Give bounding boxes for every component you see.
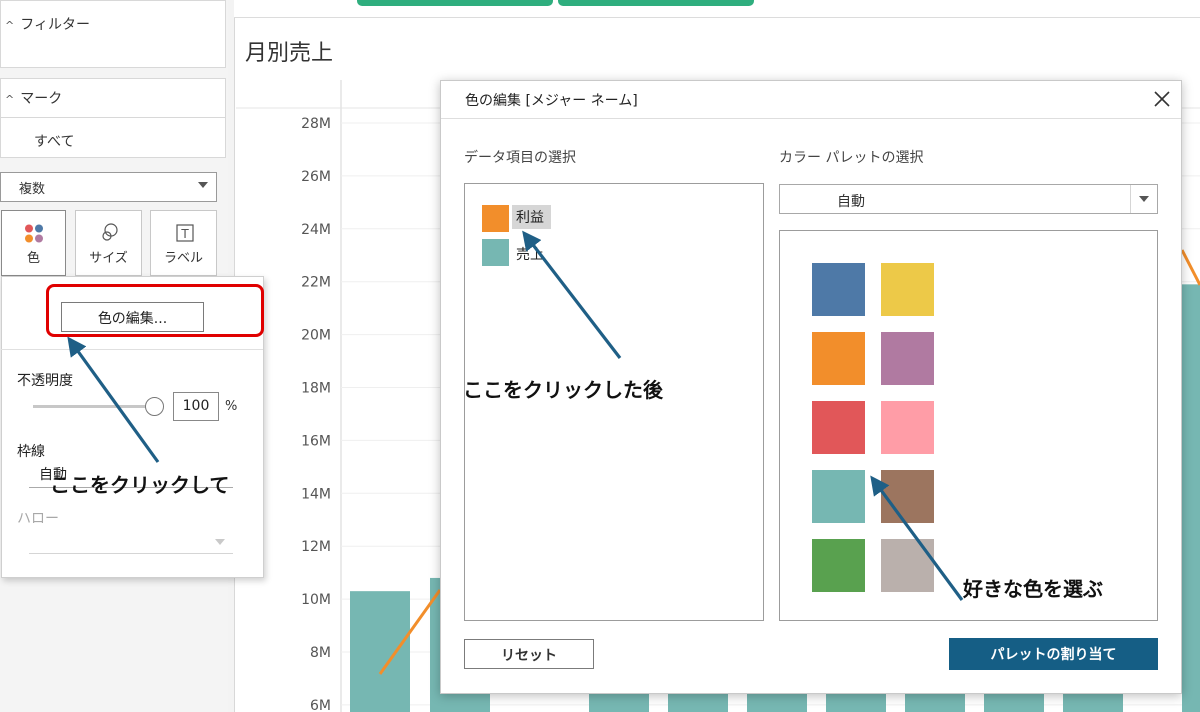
tableau-window: ^ フィルター ^ マーク すべて 複数 色 サイズ T ラベル 月別売上 6M… <box>0 0 1200 712</box>
annotation-arrows <box>67 230 964 601</box>
annotation-choose-color: 好きな色を選ぶ <box>963 577 1103 601</box>
annotation-click-here-then: ここをクリックして <box>50 473 230 497</box>
arrow-to-data-item <box>522 230 622 359</box>
arrow-to-edit-colors <box>67 336 160 463</box>
arrow-to-swatch <box>870 475 964 601</box>
annotation-after-click: ここをクリックした後 <box>463 378 663 402</box>
